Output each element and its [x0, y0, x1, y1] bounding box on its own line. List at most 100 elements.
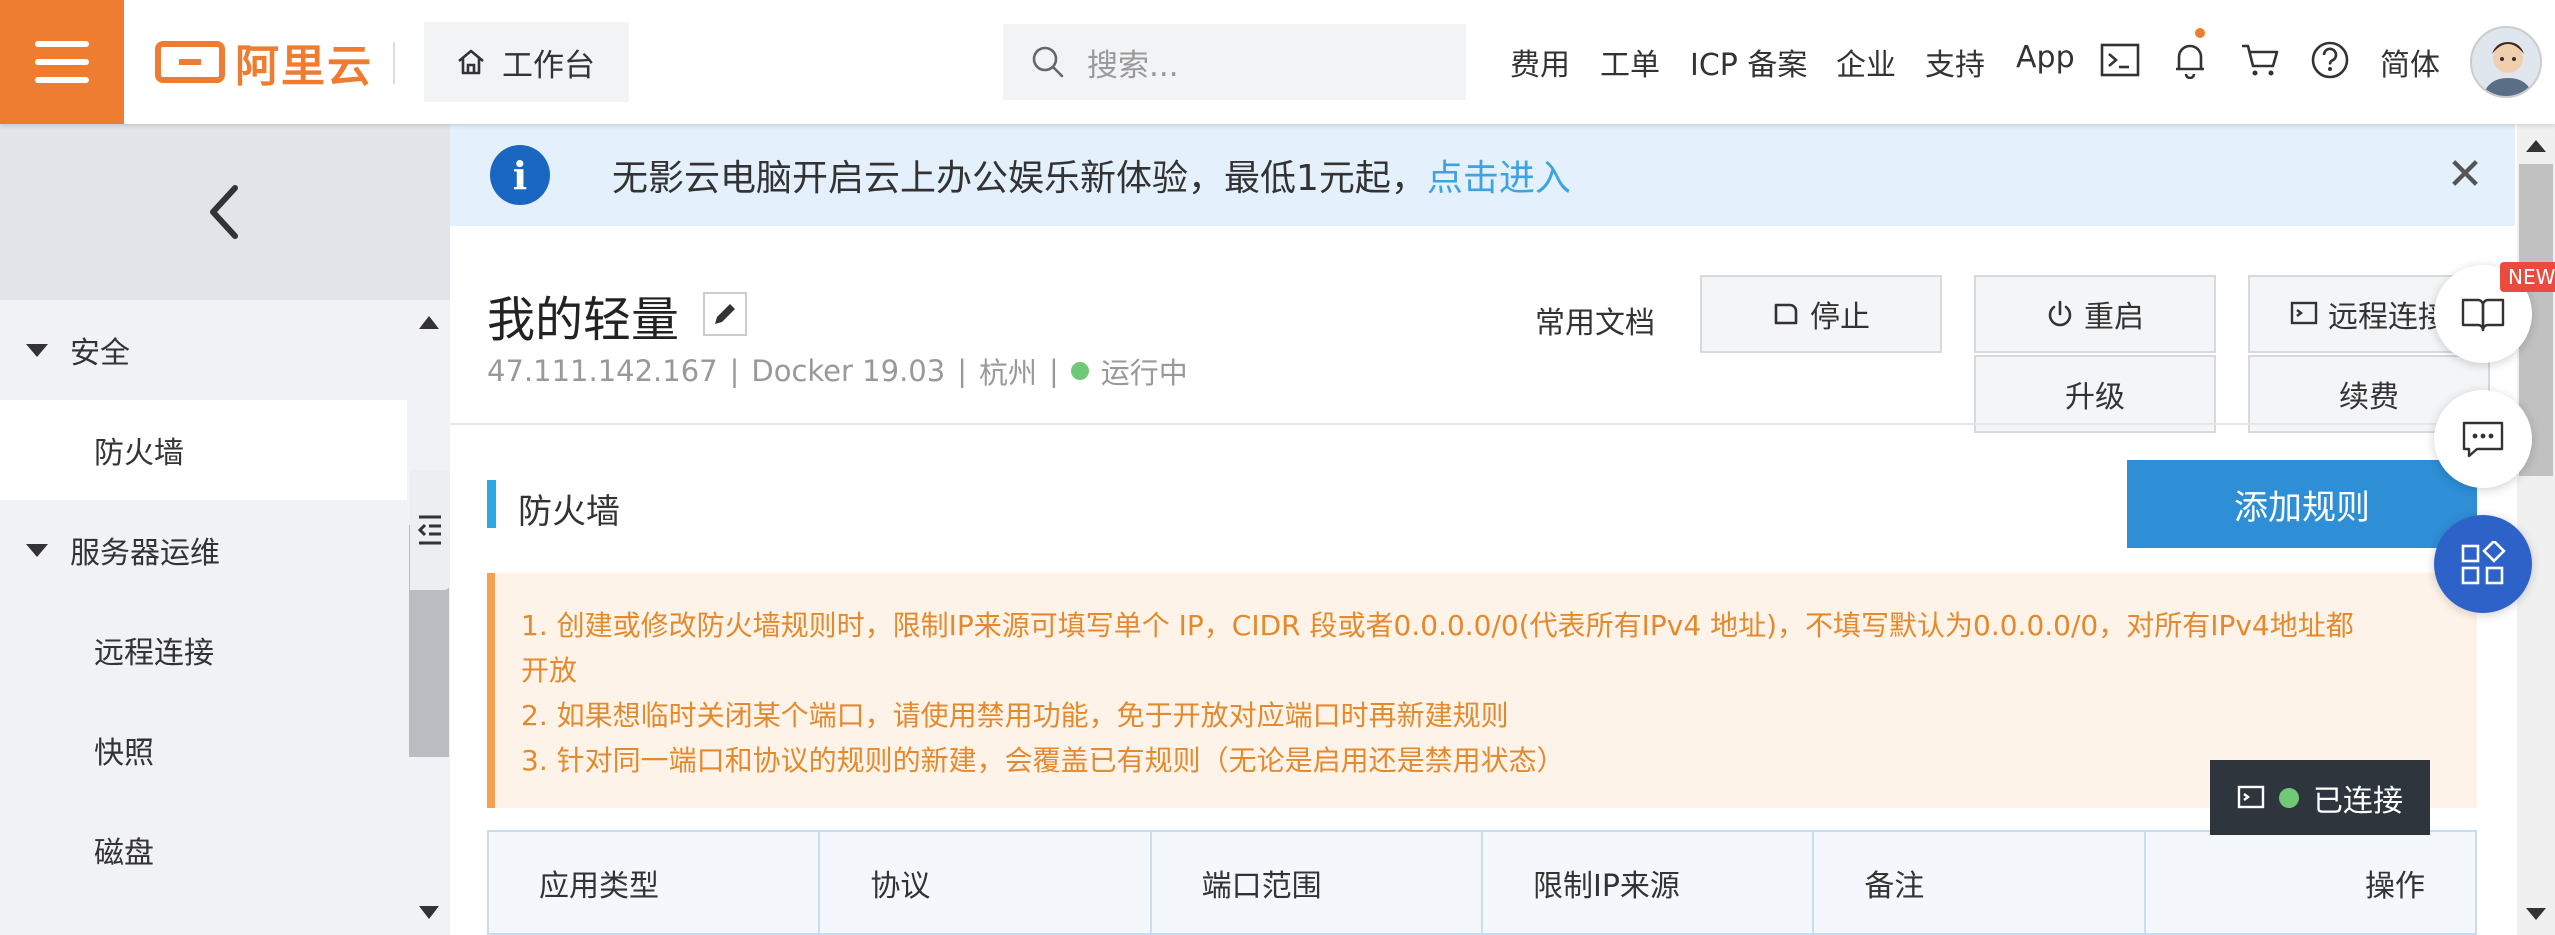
connection-status-toast[interactable]: 已连接 [2210, 760, 2430, 835]
section-accent-bar [487, 480, 496, 528]
sidebar-group-server-ops[interactable]: 服务器运维 [0, 500, 407, 600]
sidebar-item-label: 磁盘 [94, 836, 154, 871]
common-docs-link[interactable]: 常用文档 [1535, 298, 1655, 342]
column-header-source-ip: 限制IP来源 [1483, 832, 1815, 933]
scroll-down-arrow-icon[interactable] [419, 906, 439, 919]
notice-banner: i 无影云电脑开启云上办公娱乐新体验，最低1元起， 点击进入 [450, 124, 2515, 226]
renew-label: 续费 [2339, 380, 2399, 415]
scroll-up-arrow-icon[interactable] [419, 316, 439, 329]
restart-label: 重启 [2084, 300, 2144, 335]
list-indent-icon [417, 515, 441, 545]
home-icon [458, 49, 484, 75]
meta-separator: | [1049, 354, 1059, 388]
menu-line-icon [35, 59, 89, 65]
tip-line: 2. 如果想临时关闭某个端口，请使用禁用功能，免于开放对应端口时再新建规则 [521, 699, 1509, 732]
remote-connect-label: 远程连接 [2328, 300, 2448, 335]
rules-table-header: 应用类型 协议 端口范围 限制IP来源 备注 操作 [487, 830, 2477, 935]
restart-button[interactable]: 重启 [1974, 275, 2216, 353]
add-rule-button[interactable]: 添加规则 [2127, 460, 2477, 548]
meta-separator: | [957, 354, 967, 388]
tip-line: 开放 [521, 654, 578, 687]
meta-separator: | [729, 354, 740, 388]
sidebar-item-disks[interactable]: 磁盘 [0, 800, 407, 900]
connected-dot-icon [2279, 787, 2299, 808]
nav-tickets[interactable]: 工单 [1600, 40, 1660, 84]
bell-icon[interactable] [2168, 38, 2212, 82]
new-badge: NEW [2500, 262, 2555, 292]
feedback-float-button[interactable] [2434, 390, 2532, 488]
info-icon: i [490, 145, 550, 205]
terminal-icon[interactable] [2098, 38, 2142, 82]
nav-icp[interactable]: ICP 备案 [1690, 40, 1807, 84]
apps-float-button[interactable] [2434, 515, 2532, 613]
instance-region: 杭州 [978, 356, 1037, 390]
apps-grid-icon [2461, 541, 2506, 585]
divider [393, 42, 395, 84]
cart-icon[interactable] [2238, 38, 2282, 82]
chevron-left-icon [210, 185, 238, 239]
aliyun-logo-icon [155, 41, 225, 83]
sidebar-group-label: 服务器运维 [70, 536, 220, 571]
close-icon[interactable]: ✕ [2443, 149, 2487, 200]
instance-ip: 47.111.142.167 [487, 354, 718, 388]
search-icon [1032, 46, 1064, 78]
divider [450, 423, 2515, 425]
column-header-protocol: 协议 [820, 832, 1152, 933]
logo-text: 阿里云 [235, 41, 373, 92]
tip-line: 3. 针对同一端口和协议的规则的新建，会覆盖已有规则（无论是启用还是禁用状态） [521, 744, 1565, 777]
edit-name-button[interactable] [703, 292, 747, 336]
connection-status-label: 已连接 [2313, 783, 2403, 819]
search-placeholder: 搜索... [1087, 47, 1179, 84]
status-dot-icon [1070, 362, 1089, 380]
sidebar-item-label: 远程连接 [94, 636, 214, 671]
stop-label: 停止 [1810, 300, 1870, 335]
stop-icon [1774, 303, 1798, 325]
workbench-button[interactable]: 工作台 [424, 22, 629, 102]
notice-message: 无影云电脑开启云上办公娱乐新体验，最低1元起， [612, 158, 1427, 199]
notice-link[interactable]: 点击进入 [1427, 149, 1571, 201]
sidebar-item-firewall[interactable]: 防火墙 [0, 400, 407, 500]
column-header-remark: 备注 [1814, 832, 2146, 933]
sidebar-item-label: 防火墙 [94, 436, 184, 471]
caret-down-icon [26, 543, 48, 557]
menu-line-icon [35, 77, 89, 83]
upgrade-label: 升级 [2065, 380, 2125, 415]
avatar[interactable] [2470, 26, 2542, 98]
sidebar-group-security[interactable]: 安全 [0, 300, 407, 400]
search-input[interactable]: 搜索... [1003, 24, 1466, 100]
workbench-label: 工作台 [502, 47, 595, 84]
terminal-icon [2290, 301, 2318, 325]
section-title: 防火墙 [518, 492, 620, 532]
help-icon[interactable] [2308, 38, 2352, 82]
terminal-icon [2237, 785, 2265, 808]
menu-line-icon [35, 41, 89, 47]
sidebar-menu: 安全 防火墙 服务器运维 远程连接 快照 磁盘 [0, 300, 407, 900]
instance-status: 运行中 [1100, 356, 1188, 390]
upgrade-button[interactable]: 升级 [1974, 355, 2216, 433]
nav-enterprise[interactable]: 企业 [1836, 40, 1896, 84]
column-header-actions: 操作 [2364, 868, 2425, 904]
instance-name: 我的轻量 [487, 292, 680, 348]
pencil-icon [715, 304, 735, 324]
book-icon [2461, 298, 2505, 332]
stop-button[interactable]: 停止 [1700, 275, 1942, 353]
nav-support[interactable]: 支持 [1925, 40, 1985, 84]
notification-dot [2195, 28, 2205, 38]
aliyun-logo[interactable]: 阿里云 [155, 36, 373, 92]
sidebar-item-snapshots[interactable]: 快照 [0, 700, 407, 800]
hamburger-menu-button[interactable] [0, 0, 124, 124]
nav-app[interactable]: App [2016, 40, 2075, 75]
column-header-app-type: 应用类型 [489, 832, 821, 933]
instance-meta: 47.111.142.167 | Docker 19.03 | 杭州 | 运行中 [487, 350, 1188, 392]
sidebar-toggle-tab[interactable] [410, 470, 450, 590]
scroll-down-arrow-icon[interactable] [2526, 908, 2546, 920]
firewall-tips: 1. 创建或修改防火墙规则时，限制IP来源可填写单个 IP，CIDR 段或者0.… [487, 573, 2477, 808]
language-switch[interactable]: 简体 [2380, 40, 2440, 84]
tip-line: 1. 创建或修改防火墙规则时，限制IP来源可填写单个 IP，CIDR 段或者0.… [521, 609, 2354, 642]
sidebar-collapse-button[interactable] [0, 124, 450, 300]
sidebar-item-remote-connect[interactable]: 远程连接 [0, 600, 407, 700]
power-icon [2048, 300, 2072, 327]
nav-billing[interactable]: 费用 [1510, 40, 1570, 84]
sidebar-group-label: 安全 [70, 336, 130, 371]
scroll-up-arrow-icon[interactable] [2526, 140, 2546, 152]
